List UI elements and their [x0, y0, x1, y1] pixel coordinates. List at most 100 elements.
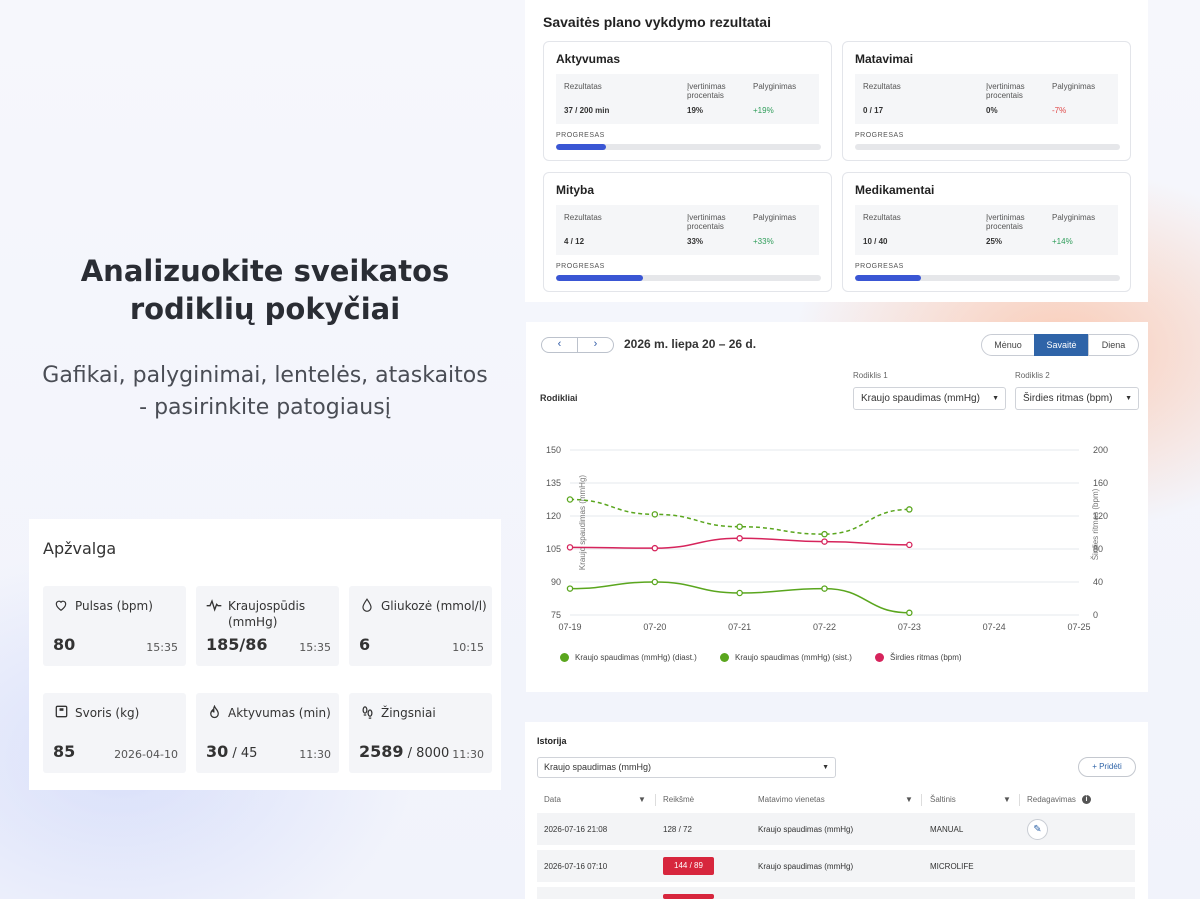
- flame-icon: [206, 704, 222, 721]
- tile-time: 10:15: [452, 641, 484, 654]
- tile-activity[interactable]: Aktyvumas (min) 30 / 45 11:30: [196, 693, 339, 773]
- tile-label: Pulsas (bpm): [75, 599, 153, 613]
- plan-title: Savaitės plano vykdymo rezultatai: [543, 14, 771, 30]
- tile-label: Žingsniai: [381, 706, 436, 720]
- history-title: Istorija: [537, 736, 567, 746]
- tile-value: 85: [53, 742, 76, 761]
- series-line-1: [569, 581, 910, 614]
- tile-steps[interactable]: Žingsniai 2589 / 8000 11:30: [349, 693, 492, 773]
- tile-label: Svoris (kg): [75, 706, 140, 720]
- plan-card-mityba: Mityba Rezultatas Įvertinimas procentais Pa…: [543, 172, 832, 292]
- x-tick-label: 07-21: [728, 622, 751, 632]
- y-tick-label: 105: [546, 544, 561, 554]
- percent-value: 19%: [687, 106, 704, 115]
- plan-card-title: Mityba: [556, 183, 595, 197]
- row-source: MICROLIFE: [930, 862, 974, 871]
- tile-time: 15:35: [146, 641, 178, 654]
- col-result-label: Rezultatas: [863, 82, 901, 91]
- column-divider: [655, 794, 656, 806]
- plan-card-stats: Rezultatas Įvertinimas procentais Palygini…: [556, 205, 819, 255]
- table-row[interactable]: [537, 887, 1135, 899]
- data-point: [736, 535, 743, 542]
- filter-icon[interactable]: ▼: [905, 795, 913, 804]
- tile-value: 6: [359, 635, 371, 654]
- tile-glucose[interactable]: Gliukozė (mmol/l) 6 10:15: [349, 586, 492, 666]
- chart-panel: ‹ › 2026 m. liepa 20 – 26 d. Mėnuo Savai…: [526, 322, 1148, 692]
- y2-tick-label: 160: [1093, 478, 1108, 488]
- filter-icon[interactable]: ▼: [1003, 795, 1011, 804]
- y-tick-label: 75: [551, 610, 561, 620]
- col-header-unit[interactable]: Matavimo vienetas: [758, 795, 825, 804]
- drop-icon: [359, 598, 375, 614]
- col-compare-label: Palyginimas: [1052, 213, 1096, 222]
- x-tick-label: 07-23: [898, 622, 921, 632]
- tile-value: 30 / 45: [206, 742, 258, 761]
- legend-item[interactable]: Širdies ritmas (bpm): [875, 653, 962, 662]
- caret-down-icon: ▼: [822, 764, 829, 771]
- col-result-label: Rezultatas: [564, 82, 602, 91]
- data-point: [821, 585, 828, 592]
- legend-label: Kraujo spaudimas (mmHg) (diast.): [575, 653, 697, 662]
- info-icon[interactable]: i: [1082, 795, 1091, 804]
- view-day-tab[interactable]: Diena: [1088, 334, 1139, 356]
- next-week-button[interactable]: ›: [577, 337, 614, 353]
- metric1-select[interactable]: Kraujo spaudimas (mmHg) ▼: [853, 387, 1006, 410]
- percent-value: 33%: [687, 237, 704, 246]
- tile-time: 2026-04-10: [114, 748, 178, 761]
- legend-item[interactable]: Kraujo spaudimas (mmHg) (diast.): [560, 653, 697, 662]
- history-metric-select[interactable]: Kraujo spaudimas (mmHg) ▼: [537, 757, 836, 778]
- col-percent-label: Įvertinimas procentais: [986, 82, 1025, 100]
- col-header-source[interactable]: Šaltinis: [930, 795, 956, 804]
- prev-week-button[interactable]: ‹: [541, 337, 578, 353]
- metric2-select[interactable]: Širdies ritmas (bpm) ▼: [1015, 387, 1139, 410]
- tile-time: 11:30: [299, 748, 331, 761]
- row-value: 128 / 72: [663, 825, 692, 834]
- progress-fill: [855, 275, 922, 281]
- x-tick-label: 07-24: [983, 622, 1006, 632]
- view-month-tab[interactable]: Mėnuo: [981, 334, 1035, 356]
- x-tick-label: 07-22: [813, 622, 836, 632]
- data-point: [651, 578, 659, 586]
- tile-pulse[interactable]: Pulsas (bpm) 80 15:35: [43, 586, 186, 666]
- row-unit: Kraujo spaudimas (mmHg): [758, 862, 854, 871]
- weekly-plan-panel: Savaitės plano vykdymo rezultatai Aktyvu…: [525, 0, 1148, 302]
- data-point: [566, 544, 574, 551]
- plan-card-stats: Rezultatas Įvertinimas procentais Palygini…: [855, 205, 1118, 255]
- compare-value: +33%: [753, 237, 774, 246]
- date-range: 2026 m. liepa 20 – 26 d.: [624, 337, 757, 351]
- add-button[interactable]: + Pridėti: [1078, 757, 1136, 777]
- data-point: [651, 544, 659, 552]
- progress-bar: [556, 275, 821, 281]
- legend-label: Širdies ritmas (bpm): [890, 653, 962, 662]
- row-date: 2026-07-16 21:08: [544, 825, 608, 834]
- row-unit: Kraujo spaudimas (mmHg): [758, 825, 854, 834]
- col-header-date[interactable]: Data: [544, 795, 561, 804]
- row-value-alert-badge: [663, 894, 714, 899]
- legend-label: Kraujo spaudimas (mmHg) (sist.): [735, 653, 852, 662]
- col-compare-label: Palyginimas: [753, 213, 797, 222]
- data-point: [906, 609, 913, 617]
- filter-icon[interactable]: ▼: [638, 795, 646, 804]
- legend-item[interactable]: Kraujo spaudimas (mmHg) (sist.): [720, 653, 852, 662]
- view-week-tab[interactable]: Savaitė: [1034, 334, 1089, 356]
- progress-label: PROGRESAS: [556, 263, 605, 270]
- table-row[interactable]: 2026-07-16 21:08 128 / 72 Kraujo spaudim…: [537, 813, 1135, 845]
- hero-subtitle: Gafikai, palyginimai, lentelės, ataskait…: [42, 363, 488, 420]
- progress-bar: [556, 144, 821, 150]
- col-header-value[interactable]: Reikšmė: [663, 795, 694, 804]
- progress-bar: [855, 275, 1120, 281]
- col-result-label: Rezultatas: [863, 213, 901, 222]
- tile-time: 11:30: [452, 748, 484, 761]
- caret-down-icon: ▼: [992, 395, 999, 402]
- data-point: [566, 585, 574, 592]
- select1-label: Rodiklis 1: [853, 371, 888, 380]
- plan-card-stats: Rezultatas Įvertinimas procentais Palygini…: [556, 74, 819, 124]
- legend-dot: [720, 653, 729, 662]
- col-percent-label: Įvertinimas procentais: [687, 213, 726, 231]
- tile-weight[interactable]: Svoris (kg) 85 2026-04-10: [43, 693, 186, 773]
- overview-card: Apžvalga Pulsas (bpm) 80 15:35 Kraujospū…: [29, 519, 501, 790]
- edit-icon[interactable]: ✎: [1027, 819, 1048, 840]
- table-row[interactable]: 2026-07-16 07:10 144 / 89 Kraujo spaudim…: [537, 850, 1135, 882]
- tile-blood-pressure[interactable]: Kraujospūdis (mmHg) 185/86 15:35: [196, 586, 339, 666]
- section-label: Rodikliai: [540, 393, 578, 403]
